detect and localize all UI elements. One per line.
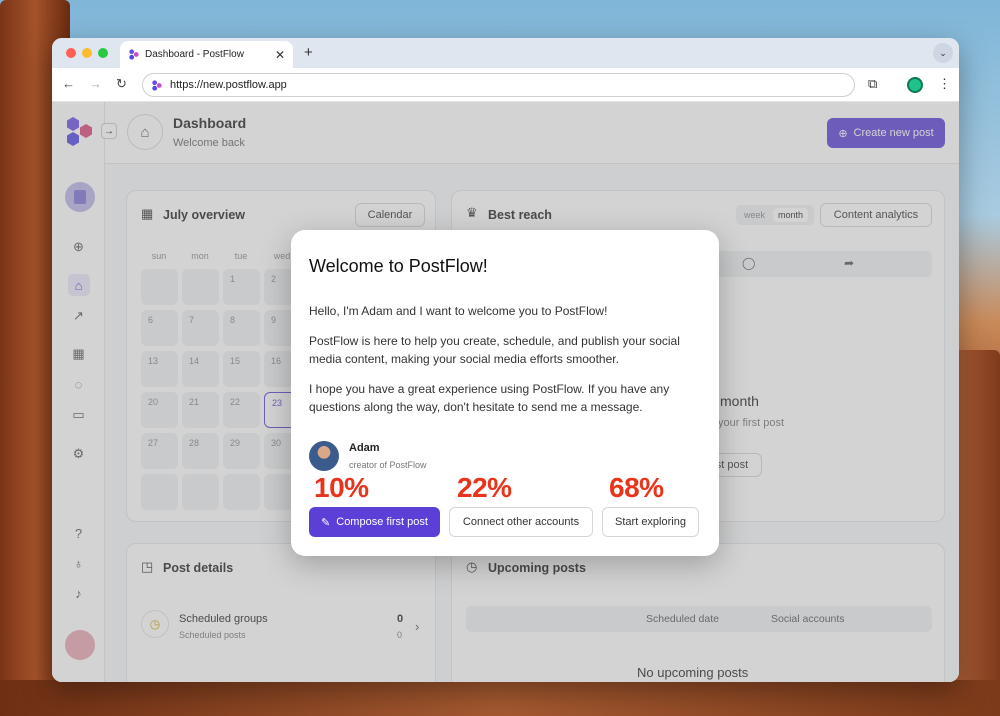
extensions-puzzle-icon[interactable]: ⧉: [868, 76, 877, 92]
tab-bar: Dashboard - PostFlow ✕ + ⌄: [52, 38, 959, 68]
forward-arrow-icon[interactable]: →: [89, 76, 102, 91]
site-favicon-icon: [152, 79, 162, 91]
modal-paragraph-1: Hello, I'm Adam and I want to welcome yo…: [309, 304, 608, 318]
author-avatar: [309, 441, 339, 471]
reload-icon[interactable]: ↻: [116, 76, 127, 92]
browser-menu-icon[interactable]: ⋮: [938, 76, 951, 92]
start-exploring-button[interactable]: Start exploring: [602, 507, 699, 537]
compose-first-post-button[interactable]: ✎ Compose first post: [309, 507, 440, 537]
background-rock-bottom: [0, 680, 1000, 716]
minimize-window-dot[interactable]: [82, 48, 92, 58]
percent-connect: 22%: [457, 472, 512, 503]
tab-title: Dashboard - PostFlow: [145, 49, 244, 60]
url-text: https://new.postflow.app: [170, 79, 287, 91]
maximize-window-dot[interactable]: [98, 48, 108, 58]
tab-menu-chevron-icon[interactable]: ⌄: [933, 43, 953, 63]
close-window-dot[interactable]: [66, 48, 76, 58]
browser-tab[interactable]: Dashboard - PostFlow ✕: [120, 41, 293, 68]
welcome-modal: Welcome to PostFlow! Hello, I'm Adam and…: [291, 230, 719, 556]
postflow-favicon-icon: [129, 49, 139, 60]
modal-paragraph-3: I hope you have a great experience using…: [309, 382, 670, 414]
back-arrow-icon[interactable]: ←: [62, 76, 75, 91]
author-name: Adam: [349, 442, 380, 454]
close-tab-icon[interactable]: ✕: [275, 48, 285, 62]
address-bar-row: ← → ↻ https://new.postflow.app ⧉ ⋮: [52, 68, 959, 102]
compose-first-post-label: Compose first post: [336, 516, 428, 528]
profile-extension-icon[interactable]: [907, 77, 923, 93]
connect-accounts-button[interactable]: Connect other accounts: [449, 507, 593, 537]
new-tab-button[interactable]: +: [304, 44, 313, 61]
author-role: creator of PostFlow: [349, 460, 427, 470]
feather-icon: ✎: [321, 516, 331, 529]
background-rock-right: [955, 350, 1000, 716]
percent-explore: 68%: [609, 472, 664, 503]
url-field[interactable]: https://new.postflow.app: [142, 73, 855, 97]
percent-compose: 10%: [314, 472, 369, 503]
modal-title: Welcome to PostFlow!: [309, 256, 488, 276]
modal-paragraph-2: PostFlow is here to help you create, sch…: [309, 334, 680, 366]
